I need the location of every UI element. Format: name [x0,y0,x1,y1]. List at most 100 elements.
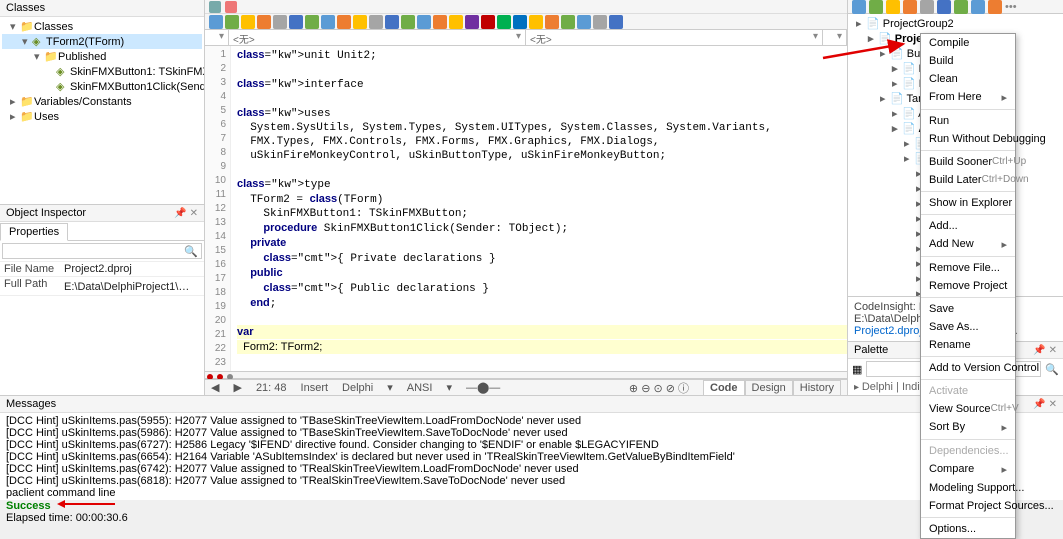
tree-node[interactable]: ▾📁Classes [2,19,202,34]
nav-back-icon[interactable]: ◀ [211,381,219,394]
structure-tree[interactable]: ▾📁Classes▾◈TForm2(TForm)▾📁Published◈Skin… [0,17,204,126]
toolbar-button[interactable] [903,0,917,14]
toolbar-button[interactable] [954,0,968,14]
menu-item-remove-project[interactable]: Remove Project [921,277,1015,295]
close-icon[interactable]: 📌 ✕ [174,208,198,219]
message-line[interactable]: [DCC Hint] uSkinItems.pas(5986): H2077 V… [6,427,1057,439]
toolbar-button[interactable] [273,15,287,29]
tree-node[interactable]: ▸📁Uses [2,109,202,124]
toolbar-button[interactable] [971,0,985,14]
menu-item-save[interactable]: Save [921,300,1015,318]
message-line[interactable]: [DCC Hint] uSkinItems.pas(6654): H2164 V… [6,451,1057,463]
menu-item-run-without-debugging[interactable]: Run Without Debugging [921,130,1015,148]
combo-method[interactable]: <无> [526,30,823,45]
tree-node[interactable]: ◈SkinFMXButton1Click(Sender: TObject) [2,79,202,94]
menu-item-add-to-version-control[interactable]: Add to Version Control [921,359,1015,377]
close-icon[interactable]: 📌 ✕ [1033,345,1057,356]
menu-item-add-new[interactable]: Add New [921,235,1015,254]
editor-tab-bar[interactable] [205,0,847,14]
menu-item-clean[interactable]: Clean [921,70,1015,88]
chevron-down-icon[interactable]: ▾ [387,381,393,394]
tab-history[interactable]: History [793,380,841,396]
menu-item-compile[interactable]: Compile [921,34,1015,52]
menu-item-sort-by[interactable]: Sort By [921,418,1015,437]
message-line[interactable]: paclient command line [6,487,1057,499]
toolbar-button[interactable] [353,15,367,29]
menu-item-modeling-support-[interactable]: Modeling Support... [921,479,1015,497]
more-icon[interactable]: ••• [1005,1,1017,13]
toolbar-button[interactable] [886,0,900,14]
project-context-menu[interactable]: CompileBuildCleanFrom Here RunRun Without… [920,33,1016,539]
toolbar-button[interactable] [449,15,463,29]
project-toolbar[interactable]: ••• [848,0,1063,14]
toolbar-button[interactable] [369,15,383,29]
toolbar-button[interactable] [305,15,319,29]
chevron-down-icon[interactable]: ▾ [446,381,452,394]
menu-item-rename[interactable]: Rename [921,336,1015,354]
menu-item-compare[interactable]: Compare [921,460,1015,479]
property-row[interactable]: File NameProject2.dproj [0,262,204,277]
filter-icon[interactable]: ▦ [852,363,862,376]
toolbar-button[interactable] [561,15,575,29]
file-tab-icon[interactable] [225,1,237,13]
menu-item-add-[interactable]: Add... [921,217,1015,235]
message-line[interactable]: Success [6,499,1057,512]
messages-body[interactable]: [DCC Hint] uSkinItems.pas(5955): H2077 V… [0,413,1063,526]
property-row[interactable]: Full PathE:\Data\DelphiProject1\测试安卓证书\ [0,277,204,296]
toolbar-button[interactable] [257,15,271,29]
menu-item-show-in-explorer[interactable]: Show in Explorer [921,194,1015,212]
toolbar-button[interactable] [609,15,623,29]
tree-node[interactable]: ▾◈TForm2(TForm) [2,34,202,49]
toolbar-button[interactable] [937,0,951,14]
toolbar-button[interactable] [577,15,591,29]
toolbar-button[interactable] [988,0,1002,14]
status-lang[interactable]: Delphi [342,382,373,394]
toolbar-button[interactable] [481,15,495,29]
toolbar-button[interactable] [241,15,255,29]
search-icon[interactable]: 🔍 [1045,363,1059,376]
tree-node[interactable]: ◈SkinFMXButton1: TSkinFMXButton [2,64,202,79]
menu-item-build[interactable]: Build [921,52,1015,70]
toolbar-button[interactable] [513,15,527,29]
menu-item-save-as-[interactable]: Save As... [921,318,1015,336]
project-node[interactable]: ▸📄 ProjectGroup2 [850,16,1061,31]
toolbar-button[interactable] [545,15,559,29]
message-line[interactable]: [DCC Hint] uSkinItems.pas(6727): H2586 L… [6,439,1057,451]
combo-class[interactable]: <无> [229,30,526,45]
toolbar-button[interactable] [869,0,883,14]
menu-item-options-[interactable]: Options... [921,520,1015,538]
combo-unit[interactable] [205,30,229,45]
tree-node[interactable]: ▸📁Variables/Constants [2,94,202,109]
tree-node[interactable]: ▾📁Published [2,49,202,64]
toolbar-button[interactable] [529,15,543,29]
code-text[interactable]: class="kw">unit Unit2; class="kw">interf… [231,46,847,371]
tab-design[interactable]: Design [745,380,793,396]
toolbar-button[interactable] [225,15,239,29]
tab-properties[interactable]: Properties [0,223,68,241]
toolbar-button[interactable] [852,0,866,14]
menu-item-run[interactable]: Run [921,112,1015,130]
toolbar-button[interactable] [593,15,607,29]
toolbar-button[interactable] [417,15,431,29]
toolbar-button[interactable] [920,0,934,14]
nav-fwd-icon[interactable]: ▶ [233,381,241,394]
search-icon[interactable]: 🔍 [184,245,198,258]
file-tab-icon[interactable] [209,1,221,13]
menu-item-remove-file-[interactable]: Remove File... [921,259,1015,277]
editor-toolbar[interactable] [205,14,847,30]
toolbar-button[interactable] [337,15,351,29]
toolbar-button[interactable] [497,15,511,29]
toolbar-button[interactable] [433,15,447,29]
message-line[interactable]: [DCC Hint] uSkinItems.pas(6742): H2077 V… [6,463,1057,475]
toolbar-button[interactable] [321,15,335,29]
toolbar-button[interactable] [209,15,223,29]
inspector-search-input[interactable] [2,243,202,259]
message-line[interactable]: [DCC Hint] uSkinItems.pas(5955): H2077 V… [6,415,1057,427]
message-line[interactable]: [DCC Hint] uSkinItems.pas(6818): H2077 V… [6,475,1057,487]
menu-item-build-sooner[interactable]: Build SoonerCtrl+Up [921,153,1015,171]
editor-area[interactable]: 1234567891011121314151617181920212223242… [205,46,847,371]
status-encoding[interactable]: ANSI [407,382,433,394]
menu-item-from-here[interactable]: From Here [921,88,1015,107]
combo-scope[interactable] [823,30,847,45]
toolbar-button[interactable] [465,15,479,29]
